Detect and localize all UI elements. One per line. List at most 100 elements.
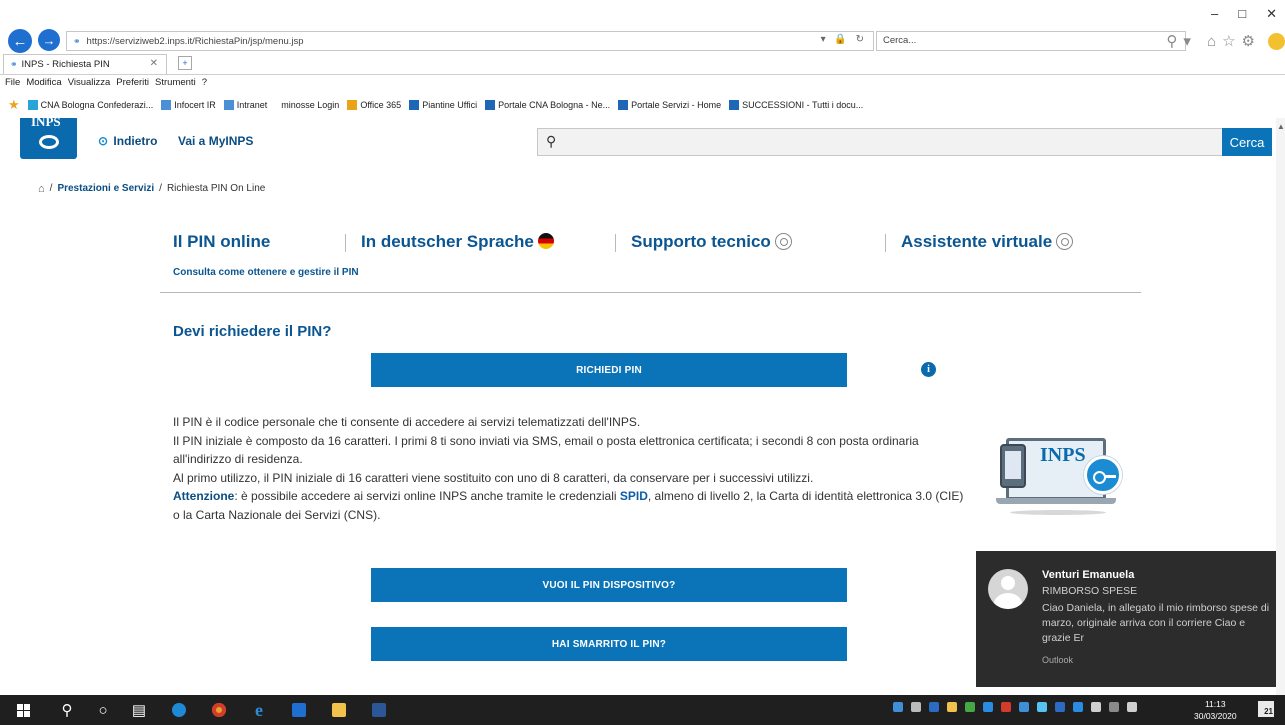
volume-icon[interactable] (1127, 702, 1137, 712)
lock-refresh-icon[interactable]: ▾ 🔒 ↻ (821, 34, 867, 45)
wifi-icon[interactable] (1109, 702, 1119, 712)
menu-preferiti[interactable]: Preferiti (116, 77, 149, 91)
fav-infocert[interactable]: Infocert IR (161, 100, 216, 111)
fav-label: Portale Servizi - Home (631, 99, 722, 110)
fav-label: Infocert IR (174, 99, 216, 110)
chrome-icon[interactable] (200, 695, 238, 725)
pin-smarrito-button[interactable]: HAI SMARRITO IL PIN? (371, 627, 847, 661)
menu-strumenti[interactable]: Strumenti (155, 77, 196, 91)
fav-label: CNA Bologna Confederazi... (40, 99, 154, 110)
site-search-bar[interactable]: ⚲ (537, 128, 1223, 156)
home-icon[interactable]: ⌂ (38, 183, 45, 195)
pin-dispositivo-button[interactable]: VUOI IL PIN DISPOSITIVO? (371, 568, 847, 602)
page-scrollbar[interactable]: ▲ (1276, 118, 1285, 695)
back-link[interactable]: ⊙ Indietro (98, 134, 157, 148)
section-assistente[interactable]: Assistente virtuale (901, 232, 1074, 252)
illustration-brand: INPS (1040, 444, 1086, 466)
section-deutsch[interactable]: In deutscher Sprache (361, 232, 554, 252)
scroll-up-icon[interactable]: ▲ (1277, 122, 1285, 131)
browser-tab[interactable]: ⚭ INPS - Richiesta PIN ✕ (3, 54, 167, 74)
action-center-icon[interactable]: 21 (1258, 701, 1274, 717)
consulta-link[interactable]: Consulta come ottenere e gestire il PIN (173, 267, 359, 278)
tray-app-icon[interactable] (911, 702, 921, 712)
windows-taskbar: ⚲ ○ ▤ e 11:13 30/03/2020 21 (0, 695, 1285, 725)
fav-office365[interactable]: Office 365 (347, 100, 401, 111)
fav-cna-bologna[interactable]: CNA Bologna Confederazi... (27, 99, 154, 111)
site-search-input[interactable] (568, 132, 1208, 152)
task-view-icon[interactable]: ▤ (120, 695, 158, 725)
cortana-icon[interactable]: ○ (84, 695, 122, 725)
section-supporto[interactable]: Supporto tecnico (631, 232, 792, 252)
desc-line-4: Attenzione: è possibile accedere ai serv… (173, 487, 973, 524)
fav-portale-servizi[interactable]: Portale Servizi - Home (618, 100, 721, 111)
section-separator (615, 234, 616, 252)
office-icon (347, 100, 358, 111)
spid-link[interactable]: SPID (620, 489, 648, 503)
key-icon (1084, 456, 1122, 494)
back-arrow-icon[interactable]: ← (8, 29, 32, 53)
browser-search-input[interactable]: Cerca... (876, 31, 1186, 51)
fav-minosse[interactable]: minosse Login (281, 100, 339, 110)
desc-line-3: Al primo utilizzo, il PIN iniziale di 16… (173, 470, 814, 485)
menu-help[interactable]: ? (202, 77, 207, 91)
inps-logo[interactable]: INPS (20, 118, 77, 159)
forward-arrow-icon[interactable]: → (38, 29, 60, 51)
richiedi-pin-button[interactable]: RICHIEDI PIN (371, 353, 847, 387)
onedrive-icon[interactable] (1037, 702, 1047, 712)
section-separator (885, 234, 886, 252)
myinps-link[interactable]: Vai a MyINPS (178, 134, 253, 148)
file-explorer-icon[interactable] (320, 695, 358, 725)
ie-site-icon: ⚭ (73, 35, 81, 46)
tray-app-icon[interactable] (983, 702, 993, 712)
search-button[interactable]: Cerca (1222, 128, 1272, 156)
word-icon[interactable] (360, 695, 398, 725)
toolbar-icons[interactable]: ⚲▾ ⌂☆⚙ (1166, 32, 1261, 50)
tab-close-icon[interactable]: ✕ (150, 58, 158, 69)
sharepoint-icon (409, 100, 420, 111)
email-notification-toast[interactable]: Venturi Emanuela RIMBORSO SPESE Ciao Dan… (976, 551, 1285, 687)
breadcrumb-separator: / (49, 183, 53, 194)
fav-label: Piantine Uffici (422, 99, 478, 110)
tray-app-icon[interactable] (893, 702, 903, 712)
windows-start-icon[interactable] (4, 695, 42, 725)
favorites-star-icon[interactable]: ★ (8, 97, 20, 113)
fav-label: SUCCESSIONI - Tutti i docu... (742, 99, 864, 110)
close-window-icon[interactable]: ✕ (1266, 6, 1277, 22)
battery-icon[interactable] (1091, 702, 1101, 712)
taskbar-clock[interactable]: 11:13 30/03/2020 (1194, 698, 1237, 722)
restore-icon[interactable]: □ (1238, 6, 1246, 22)
sharepoint-icon (618, 100, 629, 111)
smiley-feedback-icon[interactable] (1268, 33, 1285, 50)
address-url[interactable]: https://serviziweb2.inps.it/RichiestaPin… (87, 36, 304, 47)
tray-app-icon[interactable] (947, 702, 957, 712)
tray-app-icon[interactable] (965, 702, 975, 712)
address-bar[interactable]: ⚭ https://serviziweb2.inps.it/RichiestaP… (66, 31, 874, 51)
search-icon[interactable]: ⚲ (48, 695, 86, 725)
breadcrumb-link-prestazioni[interactable]: Prestazioni e Servizi (57, 183, 154, 195)
fav-piantine[interactable]: Piantine Uffici (409, 100, 477, 111)
menu-file[interactable]: File (5, 77, 20, 91)
fav-intranet[interactable]: Intranet (223, 100, 267, 111)
new-tab-icon[interactable]: + (178, 56, 192, 70)
tab-favicon-icon: ⚭ (10, 59, 18, 69)
bluetooth-icon[interactable] (1073, 702, 1083, 712)
tray-app-icon[interactable] (929, 702, 939, 712)
menu-visualizza[interactable]: Visualizza (68, 77, 111, 91)
back-label: Indietro (113, 134, 158, 148)
site-header: INPS ⊙ Indietro Vai a MyINPS ⚲ Cerca (0, 118, 1285, 170)
info-icon[interactable]: i (921, 362, 936, 377)
breadcrumb-current: Richiesta PIN On Line (166, 183, 266, 194)
fav-portale-cna[interactable]: Portale CNA Bologna - Ne... (485, 100, 610, 111)
outlook-icon[interactable] (280, 695, 318, 725)
german-flag-icon (537, 233, 554, 249)
minimize-icon[interactable]: – (1211, 6, 1218, 22)
internet-explorer-icon[interactable]: e (240, 695, 278, 725)
tray-app-icon[interactable] (1019, 702, 1029, 712)
section-pin-online[interactable]: Il PIN online (173, 232, 270, 252)
illustration-shadow (1010, 510, 1106, 515)
tray-app-icon[interactable] (1055, 702, 1065, 712)
edge-icon[interactable] (160, 695, 198, 725)
tray-app-icon[interactable] (1001, 702, 1011, 712)
menu-modifica[interactable]: Modifica (26, 77, 61, 91)
fav-successioni[interactable]: SUCCESSIONI - Tutti i docu... (729, 100, 863, 111)
